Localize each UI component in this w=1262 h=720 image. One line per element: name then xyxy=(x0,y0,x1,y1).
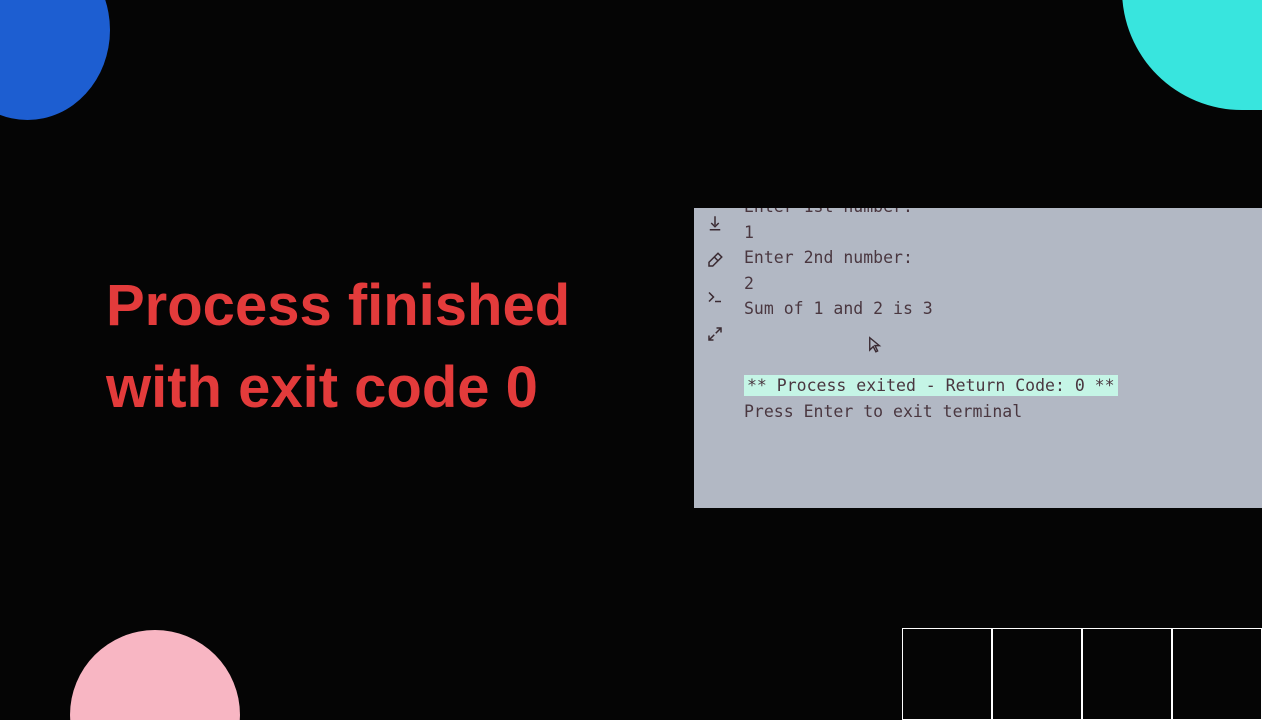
headline-text: Process finished with exit code 0 xyxy=(106,265,646,430)
terminal-line: 2 xyxy=(744,271,1254,297)
expand-icon[interactable] xyxy=(706,325,724,348)
decor-grid xyxy=(902,628,1262,720)
terminal-line: 1 xyxy=(744,220,1254,246)
terminal-line: Press Enter to exit terminal xyxy=(744,399,1254,425)
terminal-line: Enter 1st number: xyxy=(744,208,1254,220)
erase-icon[interactable] xyxy=(706,251,724,274)
terminal-blank xyxy=(744,347,1254,373)
terminal-exit-line: ** Process exited - Return Code: 0 ** xyxy=(744,373,1254,399)
decor-cyan-quarter xyxy=(1122,0,1262,110)
decor-grid-cell xyxy=(1172,628,1262,720)
terminal-panel: Enter 1st number: 1 Enter 2nd number: 2 … xyxy=(694,208,1262,508)
decor-grid-cell xyxy=(902,628,992,720)
terminal-blank xyxy=(744,322,1254,348)
decor-grid-cell xyxy=(992,628,1082,720)
prompt-icon[interactable] xyxy=(706,288,724,311)
terminal-line: Enter 2nd number: xyxy=(744,245,1254,271)
download-icon[interactable] xyxy=(706,214,724,237)
terminal-gutter xyxy=(694,208,736,508)
slide-stage: Process finished with exit code 0 Enter … xyxy=(0,0,1262,720)
decor-grid-cell xyxy=(1082,628,1172,720)
exit-highlight: ** Process exited - Return Code: 0 ** xyxy=(744,375,1118,396)
decor-pink-circle xyxy=(70,630,240,720)
terminal-output[interactable]: Enter 1st number: 1 Enter 2nd number: 2 … xyxy=(736,208,1262,432)
terminal-line: Sum of 1 and 2 is 3 xyxy=(744,296,1254,322)
decor-blue-circle xyxy=(0,0,110,120)
